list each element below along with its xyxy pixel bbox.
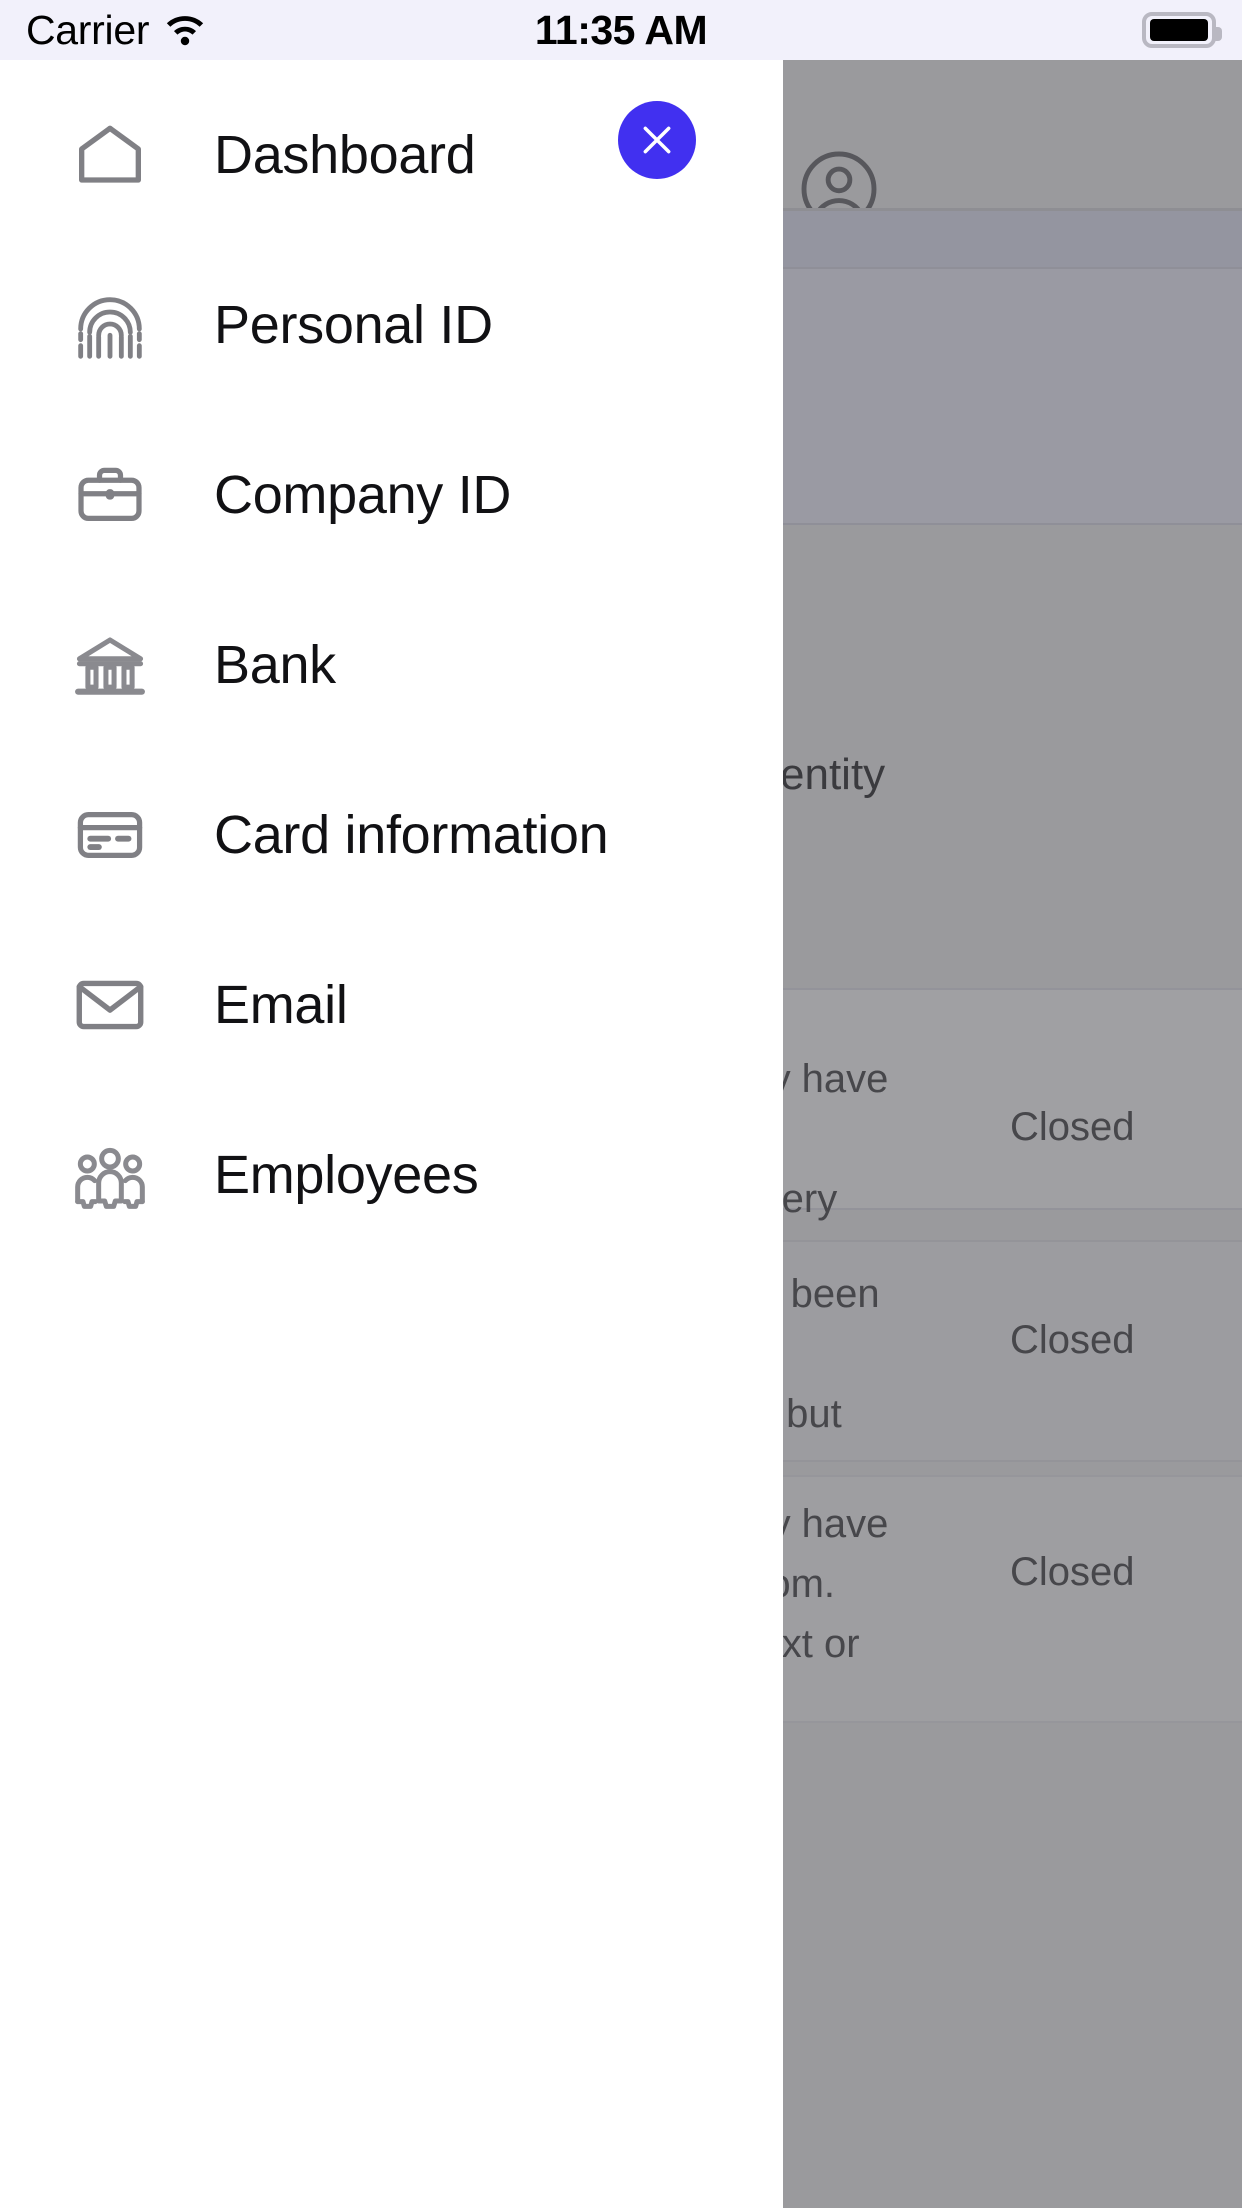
status-bar-time: 11:35 AM	[534, 6, 708, 53]
menu-label-bank: Bank	[214, 635, 336, 695]
close-icon	[643, 126, 671, 154]
menu-item-personal-id[interactable]: Personal ID	[0, 240, 783, 410]
menu-label-email: Email	[214, 975, 348, 1035]
backdrop-card-1-status: Closed	[1010, 1105, 1135, 1149]
status-bar-right	[1142, 0, 1222, 60]
menu-item-employees[interactable]: Employees	[0, 1090, 783, 1260]
backdrop-card-3-status: Closed	[1010, 1550, 1135, 1594]
backdrop-section-heading: entity	[780, 750, 886, 799]
home-icon	[62, 115, 158, 195]
briefcase-icon	[62, 458, 158, 532]
battery-level	[1150, 19, 1208, 41]
backdrop-card-2-status: Closed	[1010, 1318, 1135, 1362]
menu-item-card-information[interactable]: Card information	[0, 750, 783, 920]
menu-item-email[interactable]: Email	[0, 920, 783, 1090]
status-bar: Carrier 11:35 AM	[0, 0, 1242, 60]
menu-label-dashboard: Dashboard	[214, 125, 476, 185]
fingerprint-icon	[62, 285, 158, 365]
close-drawer-button[interactable]	[618, 101, 696, 179]
menu-label-personal-id: Personal ID	[214, 295, 493, 355]
menu-item-bank[interactable]: Bank	[0, 580, 783, 750]
credit-card-icon	[62, 798, 158, 872]
people-group-icon	[62, 1135, 158, 1215]
app-screen: 9+ entity may have r or very Closed ave …	[0, 0, 1242, 2208]
menu-label-employees: Employees	[214, 1145, 479, 1205]
menu-item-company-id[interactable]: Company ID	[0, 410, 783, 580]
menu-label-card-information: Card information	[214, 805, 609, 865]
envelope-icon	[62, 967, 158, 1043]
bank-icon	[62, 626, 158, 704]
navigation-drawer: Dashboard Personal ID Company ID Bank Ca…	[0, 60, 783, 2208]
menu-label-company-id: Company ID	[214, 465, 512, 525]
battery-terminal	[1215, 27, 1222, 41]
battery-icon	[1142, 12, 1222, 48]
